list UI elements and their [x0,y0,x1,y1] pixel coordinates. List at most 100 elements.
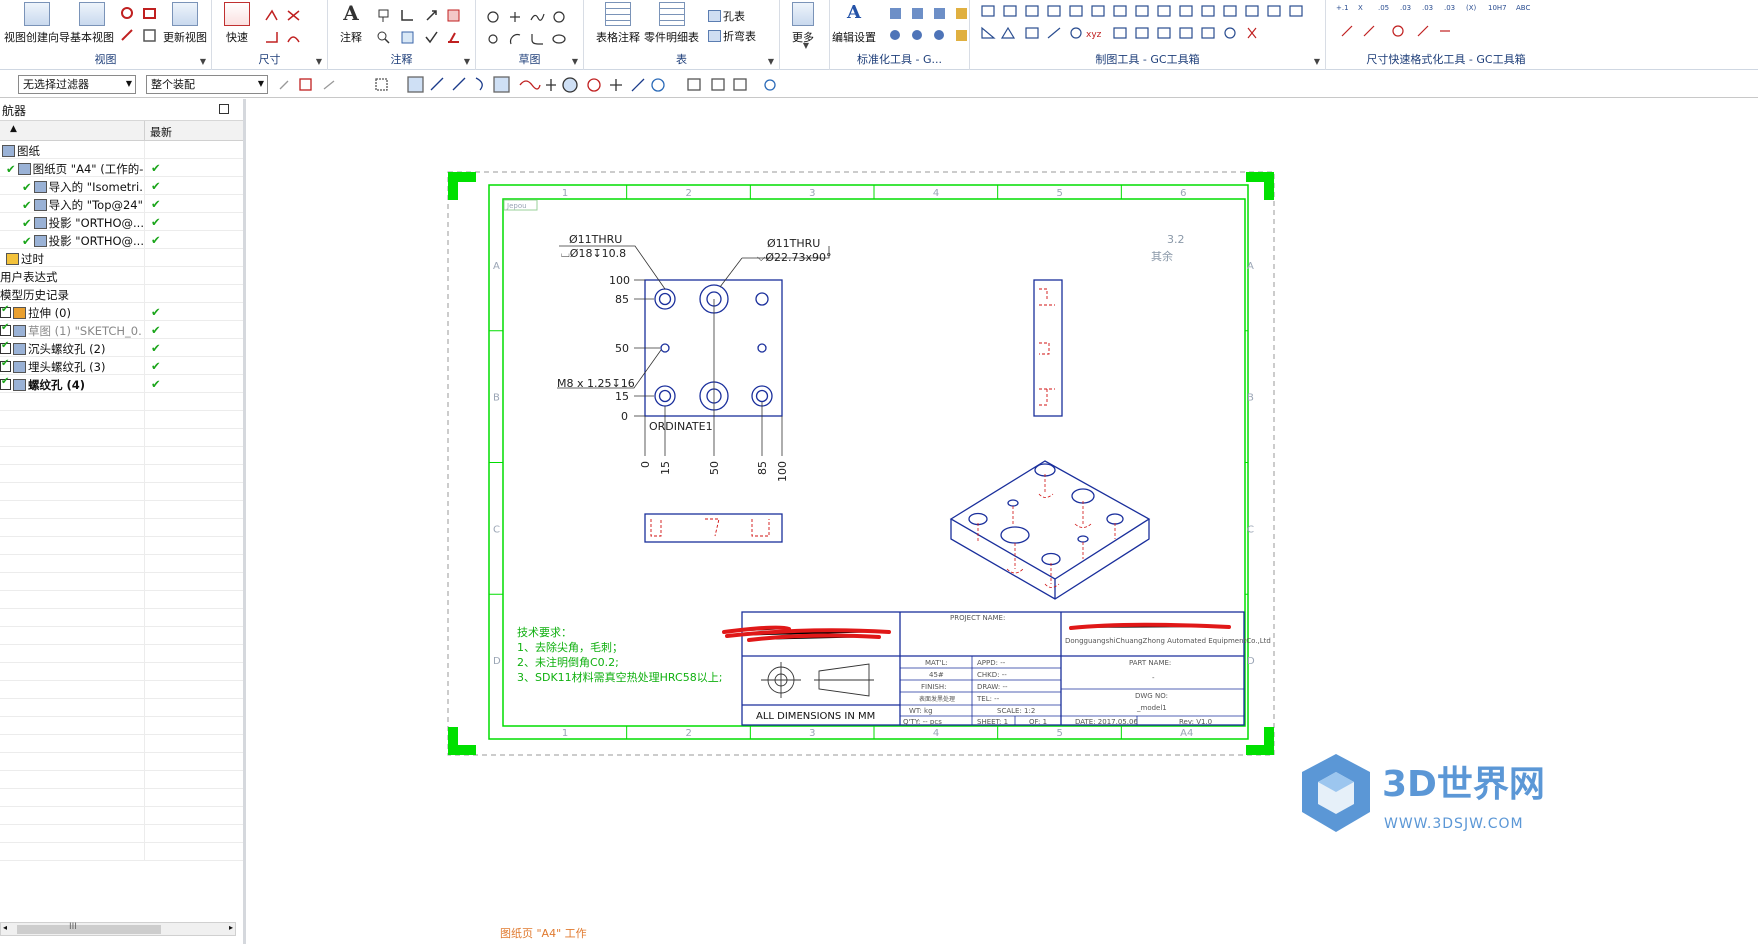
ordinate-x-0[interactable]: 0 [639,461,652,468]
chevron-down-icon[interactable]: ▼ [464,57,470,66]
projected-view-icon[interactable] [120,6,135,20]
chevron-down-icon[interactable]: ▼ [200,57,206,66]
feature-control-frame-icon[interactable] [376,8,391,22]
image-icon[interactable] [400,30,415,44]
plus-icon[interactable] [508,10,523,24]
fillet-icon[interactable] [530,32,545,46]
base-view-button[interactable]: 基本视图 [70,2,114,45]
navigator-row[interactable]: ✔ 图纸页 "A4" (工作的-... ✔ [0,159,243,177]
callout-countersink-line2[interactable]: ⌵Ø22.73x90° [757,251,832,264]
roughness-value[interactable]: 3.2 [1167,233,1185,246]
top-view[interactable] [644,279,783,417]
ordinate-x-100[interactable]: 100 [776,461,789,482]
column-latest-header[interactable]: 最新 [150,124,172,140]
section-view-icon[interactable] [142,6,157,20]
ordinate-x-50[interactable]: 50 [708,461,721,475]
hatch-icon[interactable] [446,8,461,22]
navigator-row[interactable]: 埋头螺纹孔 (3) ✔ [0,357,243,375]
navigator-row[interactable]: 用户表达式 [0,267,243,285]
polygon-icon[interactable] [552,10,567,24]
more-button[interactable]: 更多 [792,2,814,45]
callout-counterbore-line1[interactable]: Ø11THRU [569,233,622,246]
ordinate-x-15[interactable]: 15 [659,461,672,475]
navigator-row[interactable]: 模型历史记录 [0,285,243,303]
chevron-down-icon[interactable]: ▼ [316,57,322,66]
star-icon[interactable] [932,28,947,42]
hole-table-button[interactable]: 孔表 [706,8,745,24]
parts-list-button[interactable]: 零件明细表 [644,2,699,45]
snap-tools-strip[interactable] [276,75,796,95]
view-wizard-button[interactable]: 视图创建向导 [4,2,70,45]
tool-icon[interactable] [888,6,903,20]
title-block[interactable]: PROJECT NAME: DongguangshiChuangZhong Au… [722,611,1271,726]
sort-up-icon[interactable]: ▲ [10,124,17,134]
fix-icon[interactable] [888,28,903,42]
tabular-note-button[interactable]: 表格注释 [596,2,640,45]
scrollbar-thumb[interactable]: III [17,922,161,934]
navigator-row[interactable]: 图纸 [0,141,243,159]
callout-counterbore-line2[interactable]: ⌴Ø18↧10.8 [561,247,626,260]
pin-icon[interactable] [910,28,925,42]
ordinate-y-15[interactable]: 15 [615,390,629,403]
navigator-row[interactable]: 过时 [0,249,243,267]
callout-countersink-line1[interactable]: Ø11THRU [767,237,820,250]
datum-icon[interactable] [400,8,415,22]
note-button[interactable]: A 注释 [338,2,364,45]
navigator-row[interactable]: 螺纹孔 (4) ✔ [0,375,243,393]
symbol-icon[interactable] [424,8,439,22]
isometric-view[interactable] [949,460,1151,600]
box-icon[interactable] [954,28,969,42]
navigator-row[interactable]: ✔ 投影 "ORTHO@... ✔ [0,213,243,231]
layers-icon[interactable] [910,6,925,20]
ordinate-y-50[interactable]: 50 [615,342,629,355]
ordinate-y-85[interactable]: 85 [615,293,629,306]
side-view[interactable] [1033,279,1063,417]
surface-finish-icon[interactable] [424,30,439,44]
ordinate-x-85[interactable]: 85 [756,461,769,475]
navigator-row[interactable]: ✔ 导入的 "Top@24" ✔ [0,195,243,213]
update-view-button[interactable]: 更新视图 [163,2,207,45]
front-view[interactable] [644,513,783,543]
horizontal-scrollbar[interactable]: ◂ III ▸ [0,922,236,936]
roughness-text[interactable]: 其余 [1151,249,1173,263]
edit-settings-button[interactable]: A 编辑设置 [832,2,876,45]
navigator-row[interactable]: 拉伸 (0) ✔ [0,303,243,321]
maximize-icon[interactable] [219,104,229,114]
radial-dim-icon[interactable] [286,8,301,22]
checkbox-icon[interactable] [0,341,11,354]
spline-icon[interactable] [530,10,545,24]
ordinate-y-0[interactable]: 0 [621,410,628,423]
callout-thread[interactable]: M8 x 1.25↧16 [557,377,635,390]
checkbox-icon[interactable] [0,305,11,318]
grid-icon[interactable] [932,6,947,20]
frame-icon[interactable] [954,6,969,20]
tech-requirements[interactable]: 技术要求： 1、去除尖角，毛刺； 2、未注明倒角C0.2; 3、SDK11材料需… [517,626,722,684]
gc-tools-icon-strip[interactable]: xyz [978,4,1318,44]
linear-dim-icon[interactable] [264,8,279,22]
navigator-row[interactable]: ✔ 导入的 "Isometri... ✔ [0,177,243,195]
weld-symbol-icon[interactable] [446,30,461,44]
scroll-right-icon[interactable]: ▸ [229,923,233,932]
ordinate-label[interactable]: ORDINATE1 [649,420,713,433]
point-icon[interactable] [486,32,501,46]
selection-filter-dropdown[interactable]: 无选择过滤器 ▼ [18,75,136,94]
chevron-down-icon[interactable]: ▼ [803,41,809,50]
circle-icon[interactable] [486,10,501,24]
detail-view-icon[interactable] [120,28,135,42]
checkbox-icon[interactable] [0,323,11,336]
navigator-row[interactable]: ✔ 投影 "ORTHO@... ✔ [0,231,243,249]
search-icon[interactable] [376,30,391,44]
navigator-row[interactable]: 沉头螺纹孔 (2) ✔ [0,339,243,357]
ordinate-y-100[interactable]: 100 [609,274,630,287]
checkbox-icon[interactable] [0,377,11,390]
chamfer-dim-icon[interactable] [286,30,301,44]
selection-scope-dropdown[interactable]: 整个装配 ▼ [146,75,268,94]
chevron-down-icon[interactable]: ▼ [572,57,578,66]
chevron-down-icon[interactable]: ▼ [768,57,774,66]
ellipse-icon[interactable] [552,32,567,46]
rapid-dimension-button[interactable]: 快速 [224,2,250,45]
scroll-left-icon[interactable]: ◂ [3,923,7,932]
checkbox-icon[interactable] [0,359,11,372]
navigator-row[interactable]: 草图 (1) "SKETCH_0... ✔ [0,321,243,339]
break-view-icon[interactable] [142,28,157,42]
